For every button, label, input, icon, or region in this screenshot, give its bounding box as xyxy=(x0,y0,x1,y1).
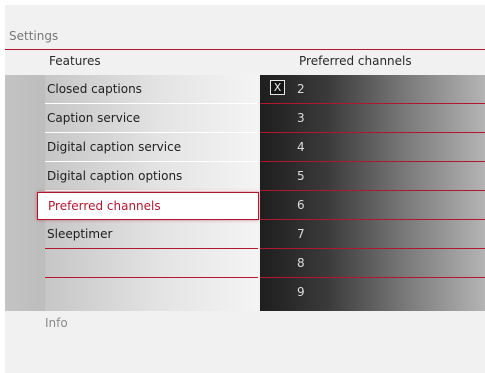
header-divider xyxy=(5,49,485,50)
channel-number: 7 xyxy=(297,227,305,241)
channel-item[interactable]: 9 xyxy=(260,278,485,307)
channel-number: 9 xyxy=(297,285,305,299)
channel-number: 8 xyxy=(297,256,305,270)
features-list: Closed captions Caption service Digital … xyxy=(37,75,259,311)
menu-title: Settings xyxy=(9,29,59,43)
features-column-header: Features xyxy=(49,54,101,68)
preferred-channels-list: X 2 3 4 5 6 7 8 9 xyxy=(260,75,485,311)
feature-item-digital-caption-service[interactable]: Digital caption service xyxy=(45,133,258,162)
feature-item-caption-service[interactable]: Caption service xyxy=(45,104,258,133)
feature-label: Sleeptimer xyxy=(47,227,113,241)
feature-label: Preferred channels xyxy=(48,199,161,213)
channels-column-header: Preferred channels xyxy=(299,54,412,68)
feature-item-empty xyxy=(45,249,258,278)
feature-item-preferred-channels[interactable]: Preferred channels xyxy=(37,192,259,220)
feature-item-sleeptimer[interactable]: Sleeptimer xyxy=(45,220,258,249)
checkbox-checked-icon[interactable]: X xyxy=(270,80,285,95)
channel-item[interactable]: 7 xyxy=(260,220,485,249)
info-label: Info xyxy=(45,316,68,330)
channel-item[interactable]: X 2 xyxy=(260,75,485,104)
feature-label: Digital caption service xyxy=(47,140,182,154)
channel-number: 3 xyxy=(297,111,305,125)
feature-item-closed-captions[interactable]: Closed captions xyxy=(45,75,258,104)
feature-item-digital-caption-options[interactable]: Digital caption options xyxy=(45,162,258,191)
channel-number: 2 xyxy=(297,82,305,96)
feature-item-empty xyxy=(45,278,258,307)
settings-menu: Settings Features Preferred channels Clo… xyxy=(5,5,485,373)
feature-label: Closed captions xyxy=(47,82,142,96)
channel-item[interactable]: 4 xyxy=(260,133,485,162)
channel-number: 4 xyxy=(297,140,305,154)
channel-number: 5 xyxy=(297,169,305,183)
channel-number: 6 xyxy=(297,198,305,212)
channel-item[interactable]: 6 xyxy=(260,191,485,220)
feature-label: Digital caption options xyxy=(47,169,183,183)
channel-item[interactable]: 5 xyxy=(260,162,485,191)
feature-label: Caption service xyxy=(47,111,141,125)
channel-item[interactable]: 8 xyxy=(260,249,485,278)
channel-item[interactable]: 3 xyxy=(260,104,485,133)
